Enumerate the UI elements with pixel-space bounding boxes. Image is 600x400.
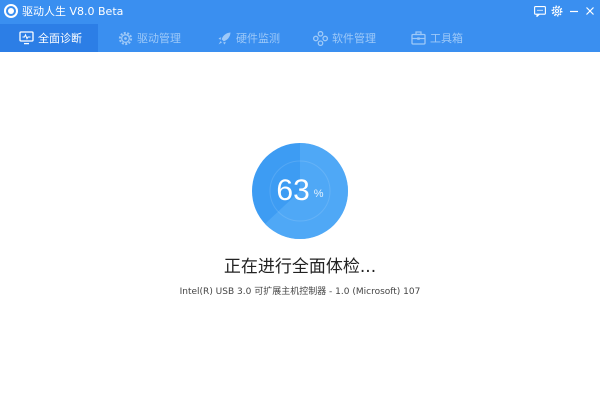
tab-label: 硬件监测 bbox=[236, 32, 280, 45]
monitor-icon bbox=[18, 30, 34, 46]
scan-detail-text: Intel(R) USB 3.0 可扩展主机控制器 - 1.0 (Microso… bbox=[179, 287, 421, 297]
tab-label: 工具箱 bbox=[430, 32, 463, 45]
scan-status-text: 正在进行全面体检... bbox=[223, 257, 377, 277]
app-window: 驱动人生 V8.0 Beta 全面诊断 驱动管理 硬件监测 软件管理 工具箱 6… bbox=[0, 0, 600, 400]
rocket-icon bbox=[216, 30, 232, 46]
main-tab-bar: 全面诊断 驱动管理 硬件监测 软件管理 工具箱 bbox=[0, 24, 600, 52]
tab-label: 全面诊断 bbox=[38, 32, 82, 45]
title-bar: 驱动人生 V8.0 Beta bbox=[0, 0, 600, 24]
tab-label: 软件管理 bbox=[332, 32, 376, 45]
progress-percent-sign: % bbox=[313, 188, 324, 200]
app-logo-icon bbox=[4, 4, 18, 18]
diagnosis-panel: 63 % 正在进行全面体检... Intel(R) USB 3.0 可扩展主机控… bbox=[0, 52, 600, 400]
tab-driver-management[interactable]: 驱动管理 bbox=[117, 24, 181, 52]
gear-icon[interactable] bbox=[549, 3, 565, 19]
gear-icon bbox=[117, 30, 133, 46]
close-icon[interactable] bbox=[582, 3, 598, 19]
tab-full-diagnosis[interactable]: 全面诊断 bbox=[0, 24, 98, 52]
tab-label: 驱动管理 bbox=[137, 32, 181, 45]
progress-percent-value: 63 bbox=[276, 174, 310, 207]
tab-hardware-monitor[interactable]: 硬件监测 bbox=[216, 24, 280, 52]
tab-software-management[interactable]: 软件管理 bbox=[312, 24, 376, 52]
toolbox-icon bbox=[410, 30, 426, 46]
progress-readout: 63 % bbox=[252, 143, 348, 239]
tab-toolbox[interactable]: 工具箱 bbox=[410, 24, 463, 52]
apps-icon bbox=[312, 30, 328, 46]
minimize-icon[interactable] bbox=[566, 3, 582, 19]
scan-progress-ring: 63 % bbox=[252, 143, 348, 239]
message-icon[interactable] bbox=[532, 3, 548, 19]
app-title: 驱动人生 V8.0 Beta bbox=[22, 5, 124, 18]
